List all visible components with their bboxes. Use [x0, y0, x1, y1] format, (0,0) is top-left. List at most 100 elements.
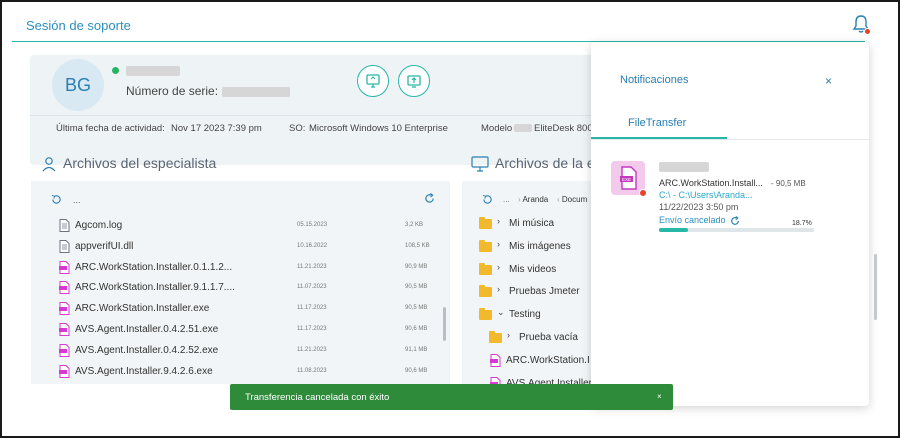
specialist-files-panel: ... Agcom.log 05.15.2023 3,2 KB appverifUI.… [31, 181, 450, 384]
folder-name: Prueba vacía [519, 332, 578, 343]
file-size: 91,1 MB [405, 346, 428, 353]
remote-item-row[interactable]: › Mis videos [462, 260, 594, 280]
success-toast: Transferencia cancelada con éxito × [230, 384, 673, 410]
remote-breadcrumb-aranda[interactable]: › Aranda [518, 195, 548, 204]
file-name: appverifUI.dll [75, 240, 134, 252]
file-date: 11.21.2023 [297, 263, 327, 270]
remote-breadcrumb-docum[interactable]: ‹ Docum [557, 195, 587, 204]
remote-item-row[interactable]: › Pruebas Jmeter [462, 282, 594, 302]
remote-files-title: Archivos de la e [471, 155, 595, 172]
model-value: EliteDesk 800 [534, 123, 593, 134]
close-icon[interactable]: × [825, 74, 832, 88]
page-title: Sesión de soporte [26, 18, 131, 33]
file-name: AVS.Agent.Installer.0.4.2.51.exe [75, 324, 219, 335]
remote-item-row[interactable]: ⌄ Testing [462, 305, 594, 325]
folder-icon [479, 262, 492, 275]
chevron-right-icon[interactable]: › [497, 239, 500, 249]
serial-number: Número de serie: [126, 84, 291, 98]
chevron-right-icon[interactable]: › [497, 216, 500, 226]
file-date: 11.07.2023 [297, 284, 327, 291]
specialist-file-row[interactable]: AVS.Agent.Installer.9.4.2.6.exe 11.08.202… [31, 362, 450, 382]
notification-badge [864, 28, 871, 35]
notifications-scrollbar[interactable] [874, 254, 877, 320]
device-name-redacted [659, 162, 709, 172]
tab-filetransfer[interactable]: FileTransfer [628, 117, 686, 129]
specialist-files-title: Archivos del especialista [41, 155, 216, 172]
monitor-icon [366, 74, 380, 88]
folder-name: Mis videos [509, 263, 557, 275]
history-icon[interactable] [482, 194, 493, 205]
file-name: ARC.WorkStation.Installer.0.1.1.2... [75, 261, 233, 273]
activity-label: Última fecha de actividad: [56, 123, 165, 134]
refresh-icon[interactable] [424, 193, 435, 204]
document-icon [59, 219, 70, 232]
chevron-right-icon[interactable]: › [497, 262, 500, 272]
specialist-file-row[interactable]: ARC.WorkStation.Installer.0.1.1.2... 11.2… [31, 258, 450, 278]
specialist-path: ... [73, 195, 81, 205]
progress-percent: 18.7% [792, 220, 812, 227]
notification-file-name: ARC.WorkStation.Install... [659, 178, 763, 188]
os-label: SO: [289, 123, 306, 134]
progress-bar-fill [659, 228, 688, 232]
file-transfer-button[interactable] [398, 65, 430, 97]
monitor-icon [471, 156, 489, 172]
exe-file-icon [59, 343, 70, 357]
remote-screen-button[interactable] [357, 65, 389, 97]
file-date: 05.15.2023 [297, 222, 328, 228]
chevron-right-icon[interactable]: › [507, 330, 510, 340]
os-value: Microsoft Windows 10 Enterprise [309, 123, 448, 134]
error-status-dot [639, 189, 647, 197]
history-icon[interactable] [51, 194, 62, 205]
remote-item-row[interactable]: › Prueba vacía [462, 328, 594, 348]
folder-icon [489, 331, 502, 343]
specialist-file-row[interactable]: Agcom.log 05.15.2023 3,2 KB [31, 216, 450, 236]
file-name: ARC.WorkStation.I [506, 354, 590, 366]
specialist-file-row[interactable]: ARC.WorkStation.Installer.9.1.1.7.... 11.… [31, 278, 450, 298]
remote-files-label: Archivos de la e [495, 155, 595, 171]
folder-name: Testing [509, 309, 541, 321]
file-name: ARC.WorkStation.Installer.exe [75, 303, 210, 315]
specialist-scrollbar[interactable] [443, 307, 446, 341]
remote-item-row[interactable]: › Mi música [462, 214, 594, 234]
specialist-file-row[interactable]: appverifUI.dll 10.16.2022 108,5 KB [31, 237, 450, 257]
folder-icon [479, 217, 492, 229]
file-date: 11.17.2023 [297, 305, 327, 312]
notifications-panel: Notificaciones × FileTransfer EXE ARC.Wo… [591, 42, 877, 406]
folder-icon [479, 285, 492, 298]
username-redacted [126, 66, 180, 76]
file-size: 90,6 MB [405, 367, 428, 374]
specialist-file-row[interactable]: AVS.Agent.Installer.0.4.2.52.exe 11.21.20… [31, 341, 450, 361]
notification-path-link[interactable]: C:\ - C:\Users\Aranda... [659, 190, 753, 200]
folder-icon [479, 239, 492, 252]
file-name: AVS.Agent.Installer.0.4.2.52.exe [75, 344, 219, 356]
serial-redacted [222, 86, 291, 97]
remote-files-panel: ... › Aranda ‹ Docum › Mi música › Mis imág… [462, 181, 594, 390]
exe-file-icon [59, 260, 70, 274]
folder-name: Pruebas Jmeter [509, 286, 580, 298]
file-date: 11.08.2023 [297, 367, 327, 374]
top-bar: Sesión de soporte [12, 12, 865, 42]
user-icon [42, 157, 56, 172]
file-date: 11.17.2023 [297, 326, 327, 332]
toast-close-icon[interactable]: × [657, 392, 662, 401]
remote-item-row[interactable]: › Mis imágenes [462, 237, 594, 257]
notification-date: 11/22/2023 3:50 pm [659, 202, 739, 212]
notification-bell-button[interactable] [852, 14, 872, 36]
file-size: 90,5 MB [405, 305, 428, 312]
file-size: 3,2 KB [405, 222, 424, 228]
exe-file-icon [59, 364, 70, 378]
notification-status: Envío cancelado [659, 215, 740, 226]
specialist-file-row[interactable]: AVS.Agent.Installer.0.4.2.51.exe 11.17.20… [31, 320, 450, 340]
remote-item-row[interactable]: ARC.WorkStation.I [462, 351, 594, 371]
specialist-file-row[interactable]: ARC.WorkStation.Installer.exe 11.17.2023 9… [31, 299, 450, 319]
exe-file-icon [490, 353, 501, 370]
chevron-down-icon[interactable]: ⌄ [497, 307, 505, 318]
online-status-dot [112, 67, 119, 74]
file-date: 10.16.2022 [297, 242, 328, 249]
activity-value: Nov 17 2023 7:39 pm [171, 123, 262, 134]
file-date: 11.21.2023 [297, 346, 327, 353]
serial-label: Número de serie: [126, 84, 219, 98]
retry-icon[interactable] [730, 215, 740, 226]
chevron-right-icon[interactable]: › [497, 284, 500, 294]
file-size: 108,5 KB [405, 242, 430, 249]
